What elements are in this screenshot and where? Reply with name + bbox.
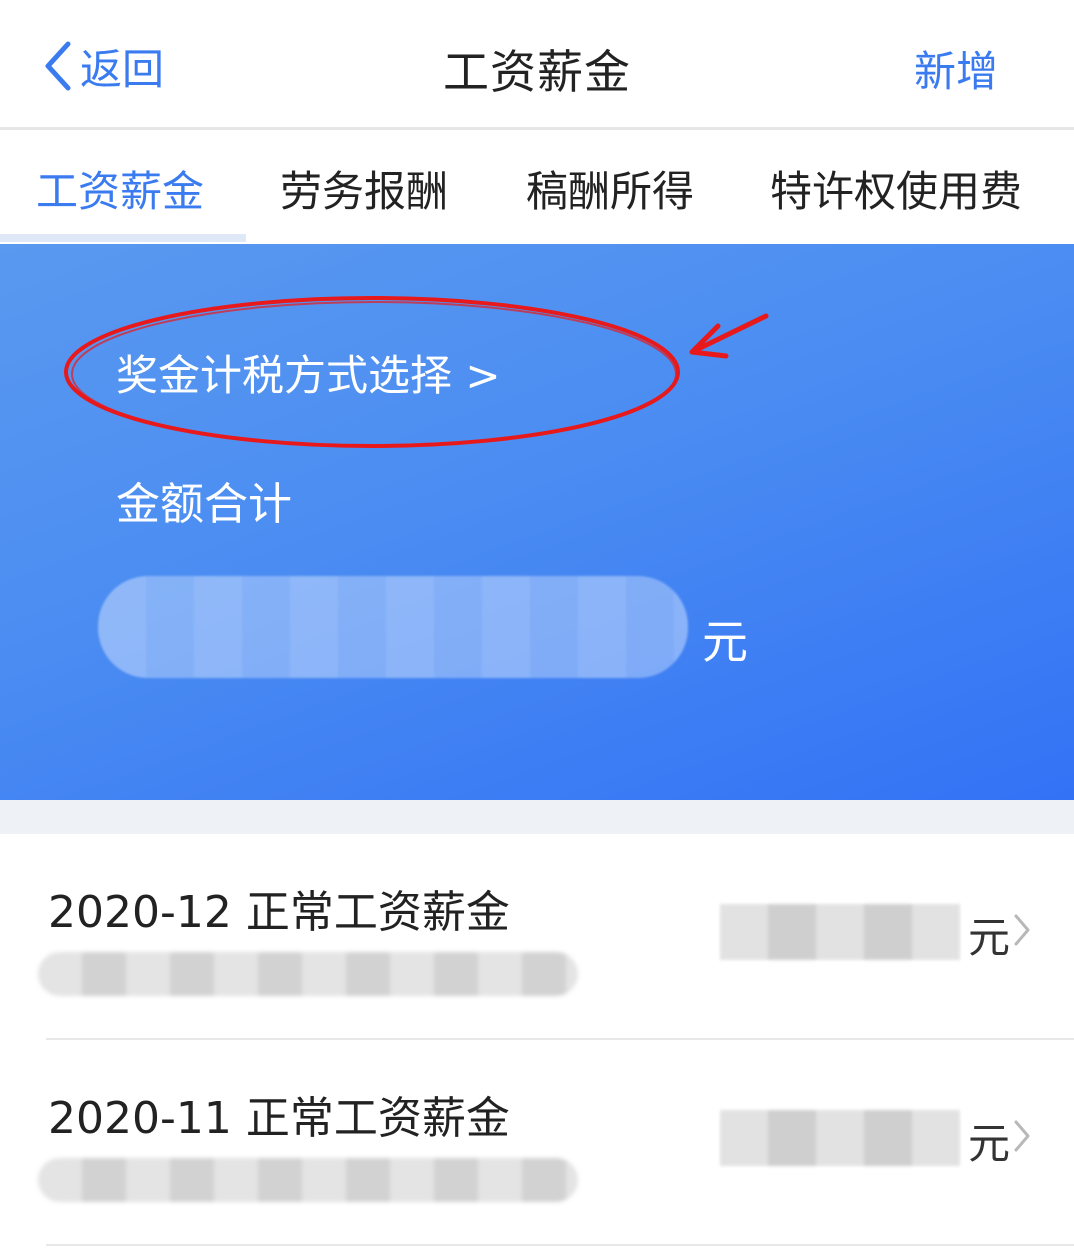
tab-author-remuneration[interactable]: 稿酬所得 xyxy=(526,158,694,219)
annotation-arrow xyxy=(689,313,769,359)
redacted-total-amount xyxy=(98,576,688,678)
tab-salary[interactable]: 工资薪金 xyxy=(36,158,204,219)
record-title: 2020-11 正常工资薪金 xyxy=(48,1093,510,1144)
redacted-employer xyxy=(38,1158,578,1202)
page-title: 工资薪金 xyxy=(443,45,631,99)
record-row[interactable]: 2020-12 正常工资薪金 元 xyxy=(38,834,1074,1040)
redacted-amount xyxy=(720,1110,960,1166)
total-currency: 元 xyxy=(702,615,748,669)
redacted-amount xyxy=(720,904,960,960)
tab-royalties[interactable]: 特许权使用费 xyxy=(770,158,1022,219)
nav-bar: 返回 工资薪金 新增 xyxy=(0,0,1074,130)
active-tab-indicator xyxy=(0,234,246,242)
record-title: 2020-12 正常工资薪金 xyxy=(48,887,510,938)
record-currency: 元 xyxy=(968,913,1011,962)
record-row[interactable]: 2020-11 正常工资薪金 元 xyxy=(38,1040,1074,1246)
record-currency: 元 xyxy=(968,1119,1011,1168)
redacted-employer xyxy=(38,952,578,996)
chevron-right-icon xyxy=(1014,1120,1030,1152)
tab-labor-remuneration[interactable]: 劳务报酬 xyxy=(280,158,448,219)
chevron-right-icon xyxy=(1014,914,1030,946)
section-divider xyxy=(0,800,1074,834)
summary-card: 奖金计税方式选择 > 金额合计 元 xyxy=(0,244,1074,800)
total-amount-label: 金额合计 xyxy=(116,479,292,530)
add-button[interactable]: 新增 xyxy=(914,38,998,99)
category-tabs: 工资薪金 劳务报酬 稿酬所得 特许权使用费 xyxy=(0,130,1074,244)
